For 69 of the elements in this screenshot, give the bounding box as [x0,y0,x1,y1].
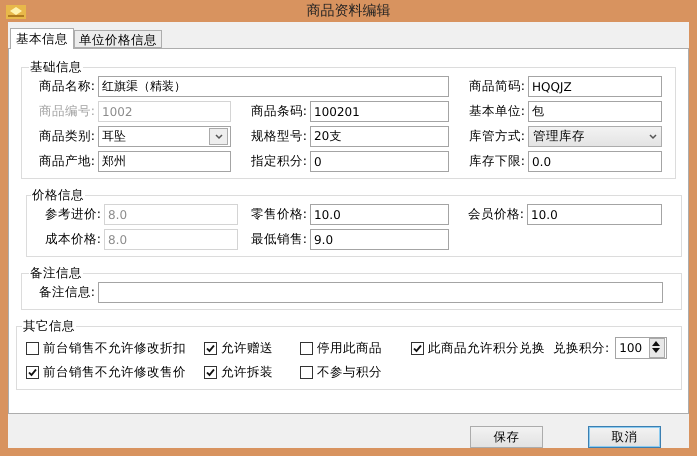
check-icon [206,368,215,377]
input-field[interactable]: 10.0 [527,204,662,225]
input-field[interactable]: 红旗渠（精装） [98,76,449,97]
checkbox-box[interactable] [26,366,39,379]
field-label: 成本价格: [44,231,102,248]
checkbox-box[interactable] [204,366,217,379]
group-title: 基础信息 [29,59,83,76]
field-label: 零售价格: [250,206,308,223]
field-label: 库管方式: [468,128,526,145]
checkbox-box[interactable] [300,366,313,379]
field-label: 商品产地: [38,153,96,170]
group-title: 备注信息 [29,265,83,282]
checkbox-label: 此商品允许积分兑换 [428,340,545,356]
input-field[interactable]: 20支 [310,126,449,147]
field-label: 商品简码: [468,78,526,95]
checkbox-label: 停用此商品 [317,340,382,356]
checkbox[interactable]: 不参与积分 [300,364,411,381]
checkbox[interactable]: 允许拆装 [204,364,300,381]
field-label: 商品编号: [38,103,96,120]
field-label: 商品条码: [250,103,308,120]
input-field[interactable]: 9.0 [310,229,449,250]
field-label: 商品类别: [38,128,96,145]
checkbox-box[interactable] [300,342,313,354]
tab[interactable]: 基本信息 [10,28,74,49]
checkbox-label: 允许拆装 [221,364,273,381]
window-title: 商品资料编辑 [306,2,390,20]
checkbox-label: 前台销售不允许修改折扣 [43,340,186,356]
field-label: 兑换积分: [553,340,610,356]
checkbox-box[interactable] [411,342,424,354]
checkbox[interactable]: 停用此商品 [300,340,411,356]
spin-arrows-icon[interactable] [650,339,662,355]
checkbox[interactable]: 前台销售不允许修改折扣 [26,340,204,356]
field-label: 会员价格: [466,206,525,223]
field-label: 库存下限: [468,153,526,170]
checkbox[interactable]: 前台销售不允许修改售价 [26,364,204,381]
app-logo-icon [6,5,26,19]
dialog-button[interactable]: 保存 [470,426,543,448]
field-label: 基本单位: [468,103,526,120]
field-label: 参考进价: [44,206,102,223]
group-title: 其它信息 [22,318,76,335]
checkbox-box[interactable] [26,342,39,354]
input-field[interactable]: 100201 [310,101,449,122]
check-icon [206,344,215,352]
group-title: 价格信息 [31,187,85,204]
input-field[interactable]: 0.0 [528,151,662,172]
combo-field[interactable]: 耳坠 [98,126,231,147]
number-spinner[interactable]: 100 [615,337,668,359]
field-label: 备注信息: [38,284,96,301]
field-label: 商品名称: [38,78,96,95]
dropdown-field[interactable]: 管理库存 [528,126,662,147]
check-icon [413,344,422,352]
input-field[interactable] [98,282,663,303]
checkbox[interactable]: 允许赠送 [204,340,300,356]
dialog-button[interactable]: 取消 [588,426,661,448]
input-field[interactable]: 0 [310,151,449,172]
checkbox-label: 不参与积分 [317,364,382,381]
field-label: 规格型号: [250,128,308,145]
check-icon [28,368,37,377]
field-label: 最低销售: [250,231,308,248]
tab[interactable]: 单位价格信息 [74,30,162,48]
input-field[interactable]: 包 [528,101,662,122]
input-field[interactable]: 10.0 [310,204,449,225]
checkbox-box[interactable] [204,342,217,354]
input-field[interactable]: HQQJZ [528,76,662,97]
input-field[interactable]: 郑州 [98,151,231,172]
checkbox-label: 允许赠送 [221,340,273,356]
field-label: 指定积分: [250,153,308,170]
checkbox-label: 前台销售不允许修改售价 [43,364,186,381]
checkbox[interactable]: 此商品允许积分兑换 [411,340,551,356]
